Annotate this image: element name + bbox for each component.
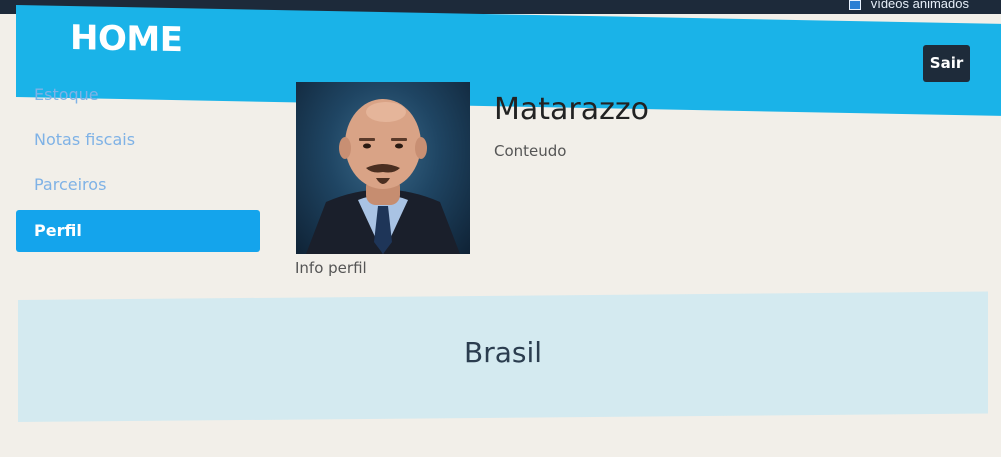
profile-photo [296, 82, 470, 254]
animated-videos-label: vídeos animados [870, 0, 969, 11]
brand-title: HOME [70, 18, 183, 61]
country-label: Brasil [463, 335, 543, 369]
profile-photo-illustration [306, 99, 460, 254]
profile-photo-caption: Info perfil [295, 259, 367, 277]
sidebar-item-estoque[interactable]: Estoque [16, 74, 260, 116]
sidebar-item-perfil[interactable]: Perfil [16, 210, 260, 252]
animated-videos-checkbox[interactable] [849, 0, 861, 10]
sidebar-item-notas-fiscais[interactable]: Notas fiscais [16, 119, 260, 161]
profile-content: Conteudo [494, 142, 567, 160]
profile-name: Matarazzo [494, 92, 649, 127]
country-banner: Brasil [18, 291, 988, 422]
sidebar-item-parceiros[interactable]: Parceiros [16, 164, 260, 206]
logout-button[interactable]: Sair [923, 45, 970, 82]
